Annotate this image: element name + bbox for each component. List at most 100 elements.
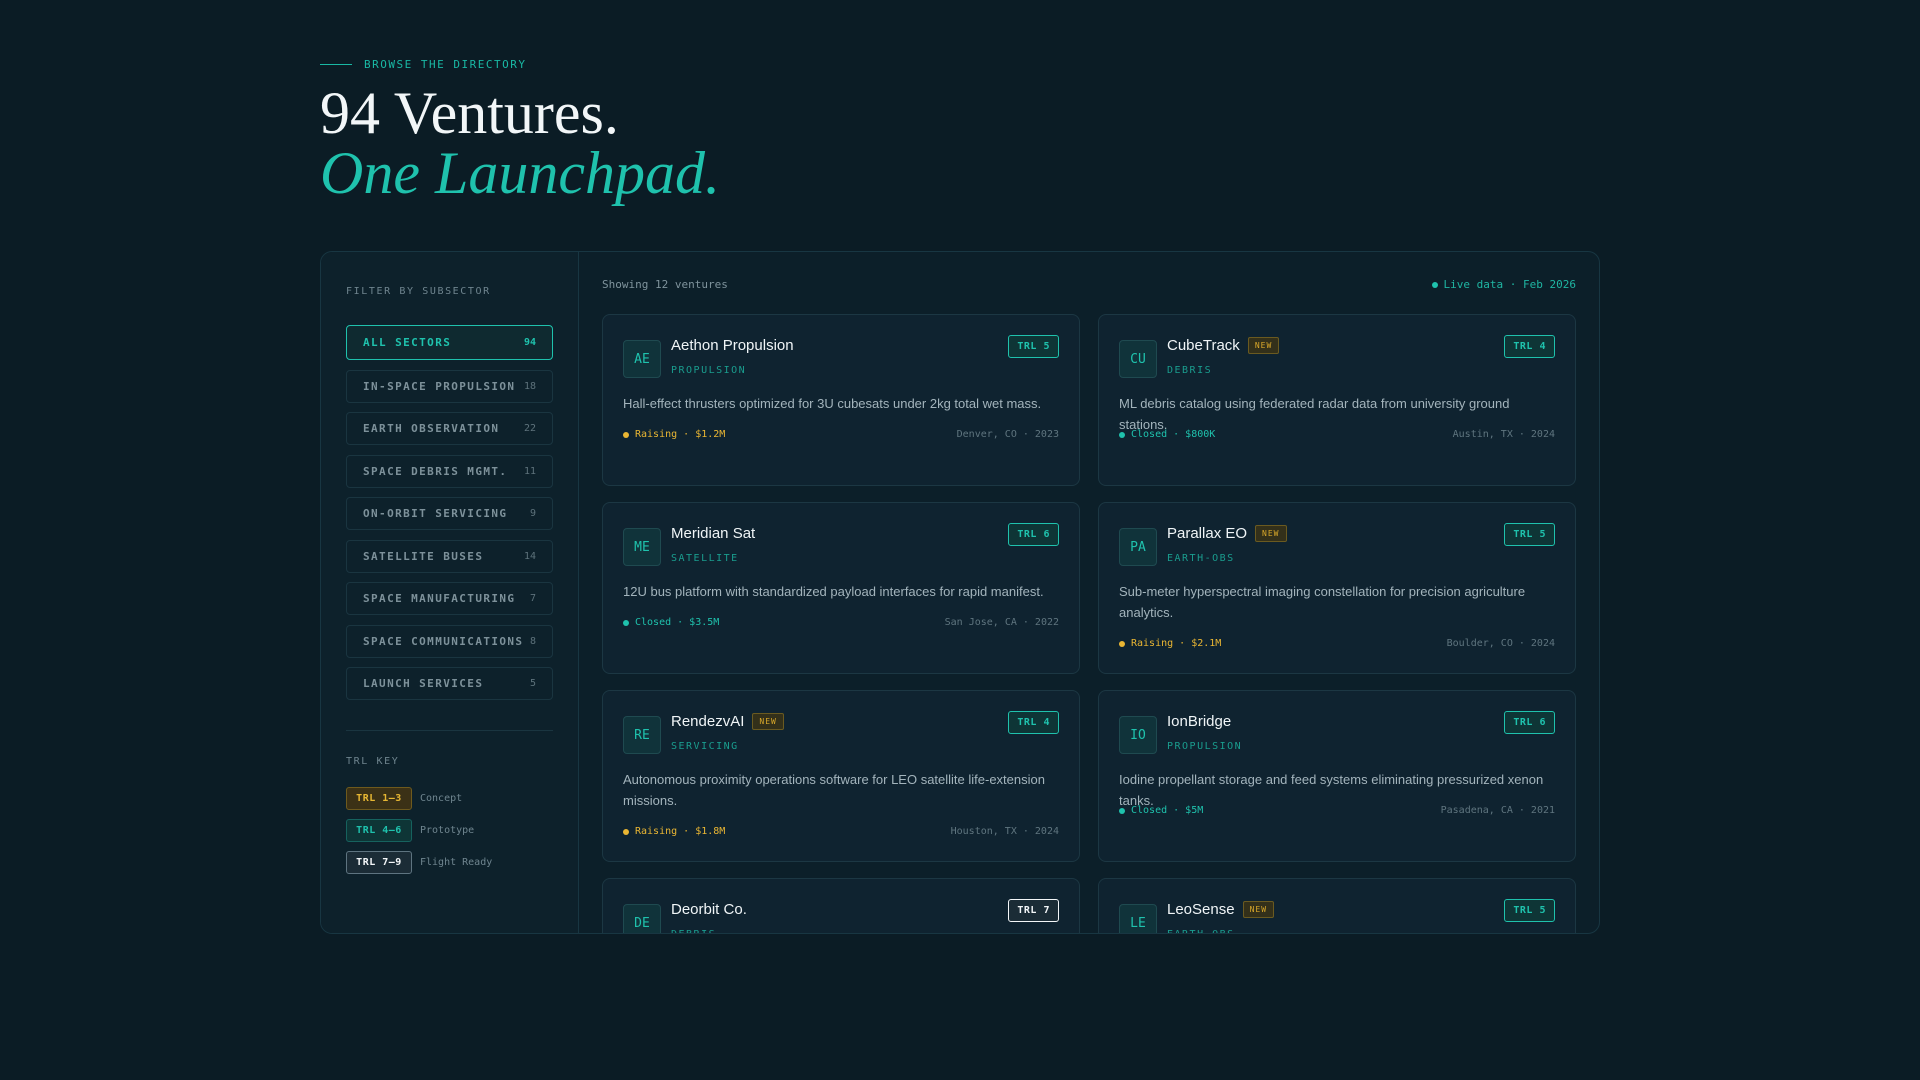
- trl-key-title: TRL KEY: [346, 756, 400, 767]
- venture-name: RendezvAI: [671, 713, 745, 730]
- venture-avatar: LE: [1119, 904, 1157, 933]
- directory-panel: FILTER BY SUBSECTOR ALL SECTORS 94 IN-SPAC…: [320, 251, 1600, 934]
- venture-card[interactable]: ME Meridian Sat SATELLITE TRL 6 12U bus plat…: [602, 502, 1080, 674]
- venture-description: Autonomous proximity operations software…: [623, 772, 1045, 808]
- status-dot-icon: [623, 828, 629, 835]
- venture-card[interactable]: CU CubeTrack NEW DEBRIS TRL 4 ML debris catal…: [1098, 314, 1576, 486]
- trl-key-row: TRL 7–9 Flight Ready: [346, 851, 553, 874]
- status-dot-icon: [1119, 807, 1125, 814]
- results-count: Showing 12 ventures: [602, 278, 728, 291]
- venture-card[interactable]: DE Deorbit Co. DEBRIS TRL 7: [602, 878, 1080, 933]
- trl-key-chip: TRL 7–9: [346, 851, 412, 874]
- page-header: BROWSE THE DIRECTORY 94 Ventures. One La…: [320, 58, 720, 203]
- venture-name-row: IonBridge: [1167, 713, 1231, 730]
- sector-count: 11: [523, 465, 536, 477]
- sector-label: SPACE DEBRIS MGMT.: [363, 464, 508, 478]
- venture-name: Aethon Propulsion: [671, 337, 794, 354]
- sector-count: 9: [529, 508, 536, 519]
- venture-status-text: Closed · $3.5M: [635, 617, 720, 628]
- venture-location: San Jose, CA · 2022: [944, 617, 1059, 628]
- venture-status-text: Raising · $1.8M: [635, 826, 726, 837]
- venture-location: Pasadena, CA · 2021: [1440, 805, 1555, 816]
- sector-filter-in-space-propulsion[interactable]: IN-SPACE PROPULSION 18: [346, 369, 553, 403]
- sector-filter-space-manufacturing[interactable]: SPACE MANUFACTURING 7: [346, 582, 553, 615]
- status-dot-icon: [623, 619, 629, 626]
- trl-key-label: Prototype: [420, 825, 475, 836]
- status-dot-icon: [623, 431, 629, 438]
- sector-count: 14: [523, 550, 536, 562]
- venture-avatar: RE: [623, 716, 661, 754]
- venture-status: Closed · $5M: [1119, 805, 1203, 816]
- venture-name: LeoSense: [1167, 901, 1235, 918]
- live-text: Live data · Feb 2026: [1443, 278, 1576, 291]
- venture-card[interactable]: RE RendezvAI NEW SERVICING TRL 4 Autonomous p…: [602, 690, 1080, 862]
- venture-sector: EARTH-OBS: [1167, 929, 1235, 933]
- venture-avatar: DE: [623, 904, 661, 933]
- venture-trl-badge: TRL 6: [1504, 711, 1555, 734]
- main-content: Showing 12 ventures Live data · Feb 2026…: [579, 252, 1599, 933]
- sector-count: 22: [523, 423, 536, 434]
- venture-name: Meridian Sat: [671, 525, 756, 542]
- sector-label: SPACE COMMUNICATIONS: [363, 634, 524, 648]
- sector-filter-on-orbit-servicing[interactable]: ON-ORBIT SERVICING 9: [346, 497, 553, 530]
- sector-filter-satellite-buses[interactable]: SATELLITE BUSES 14: [346, 539, 553, 573]
- sector-filter-all-sectors[interactable]: ALL SECTORS 94: [346, 325, 553, 360]
- venture-name: Deorbit Co.: [671, 901, 747, 918]
- venture-name: Parallax EO: [1167, 525, 1248, 542]
- venture-trl-badge: TRL 6: [1008, 523, 1059, 546]
- venture-location: Denver, CO · 2023: [956, 429, 1059, 440]
- status-dot-icon: [1119, 431, 1125, 438]
- venture-status-text: Raising · $2.1M: [1131, 638, 1222, 649]
- sector-filter-earth-observation[interactable]: EARTH OBSERVATION 22: [346, 412, 553, 445]
- venture-status-text: Closed · $800K: [1131, 429, 1216, 440]
- venture-card[interactable]: PA Parallax EO NEW EARTH-OBS TRL 5 Sub-meter …: [1098, 502, 1576, 674]
- venture-avatar: ME: [623, 528, 661, 566]
- eyebrow-text: BROWSE THE DIRECTORY: [364, 58, 527, 71]
- venture-trl-badge: TRL 5: [1504, 899, 1555, 922]
- venture-trl-badge: TRL 5: [1008, 335, 1059, 358]
- venture-card[interactable]: IO IonBridge PROPULSION TRL 6 Iodine propell…: [1098, 690, 1576, 862]
- venture-location: Houston, TX · 2024: [950, 826, 1059, 837]
- sidebar: FILTER BY SUBSECTOR ALL SECTORS 94 IN-SPAC…: [321, 252, 579, 933]
- venture-avatar: CU: [1119, 340, 1157, 378]
- venture-sector: PROPULSION: [671, 365, 747, 376]
- sector-count: 8: [529, 635, 536, 647]
- page-subtitle: One Launchpad.: [320, 140, 720, 206]
- sector-count: 7: [529, 593, 536, 604]
- sector-count: 94: [523, 337, 536, 348]
- venture-status: Closed · $800K: [1119, 429, 1215, 440]
- live-dot-icon: [1431, 281, 1438, 288]
- venture-sector: SERVICING: [671, 741, 739, 752]
- trl-key-row: TRL 1–3 Concept: [346, 787, 553, 810]
- sector-filter-space-communications[interactable]: SPACE COMMUNICATIONS 8: [346, 624, 553, 658]
- venture-avatar: AE: [623, 340, 661, 378]
- sector-filter-space-debris-mgmt[interactable]: SPACE DEBRIS MGMT. 11: [346, 454, 553, 488]
- venture-status: Raising · $2.1M: [1119, 638, 1221, 649]
- venture-trl-badge: TRL 4: [1504, 335, 1555, 358]
- venture-sector: SATELLITE: [671, 553, 739, 564]
- trl-key-label: Flight Ready: [420, 857, 493, 868]
- venture-name-row: Parallax EO NEW: [1167, 525, 1287, 542]
- sector-label: SPACE MANUFACTURING: [363, 592, 516, 605]
- venture-card[interactable]: AE Aethon Propulsion PROPULSION TRL 5 Hall-e…: [602, 314, 1080, 486]
- sector-label: ALL SECTORS: [363, 336, 452, 349]
- sector-filter-launch-services[interactable]: LAUNCH SERVICES 5: [346, 667, 553, 700]
- new-badge: NEW: [1255, 525, 1287, 542]
- venture-status: Raising · $1.2M: [623, 429, 725, 440]
- venture-location: Boulder, CO · 2024: [1446, 638, 1555, 649]
- venture-name-row: CubeTrack NEW: [1167, 337, 1280, 354]
- venture-status-text: Closed · $5M: [1131, 805, 1204, 816]
- trl-key-chip: TRL 1–3: [346, 787, 412, 810]
- sector-label: ON-ORBIT SERVICING: [363, 507, 508, 520]
- sector-label: EARTH OBSERVATION: [363, 422, 500, 435]
- sidebar-divider: [346, 730, 553, 731]
- sector-label: IN-SPACE PROPULSION: [363, 379, 516, 393]
- sector-list: ALL SECTORS 94 IN-SPACE PROPULSION 18 EARTH …: [346, 325, 553, 700]
- venture-card[interactable]: LE LeoSense NEW EARTH-OBS TRL 5: [1098, 878, 1576, 933]
- results-header: Showing 12 ventures Live data · Feb 2026: [602, 278, 1576, 291]
- new-badge: NEW: [1242, 901, 1275, 918]
- venture-status: Raising · $1.8M: [623, 826, 725, 837]
- venture-sector: EARTH-OBS: [1167, 553, 1235, 564]
- venture-trl-badge: TRL 7: [1008, 899, 1059, 922]
- venture-location: Austin, TX · 2024: [1452, 429, 1555, 440]
